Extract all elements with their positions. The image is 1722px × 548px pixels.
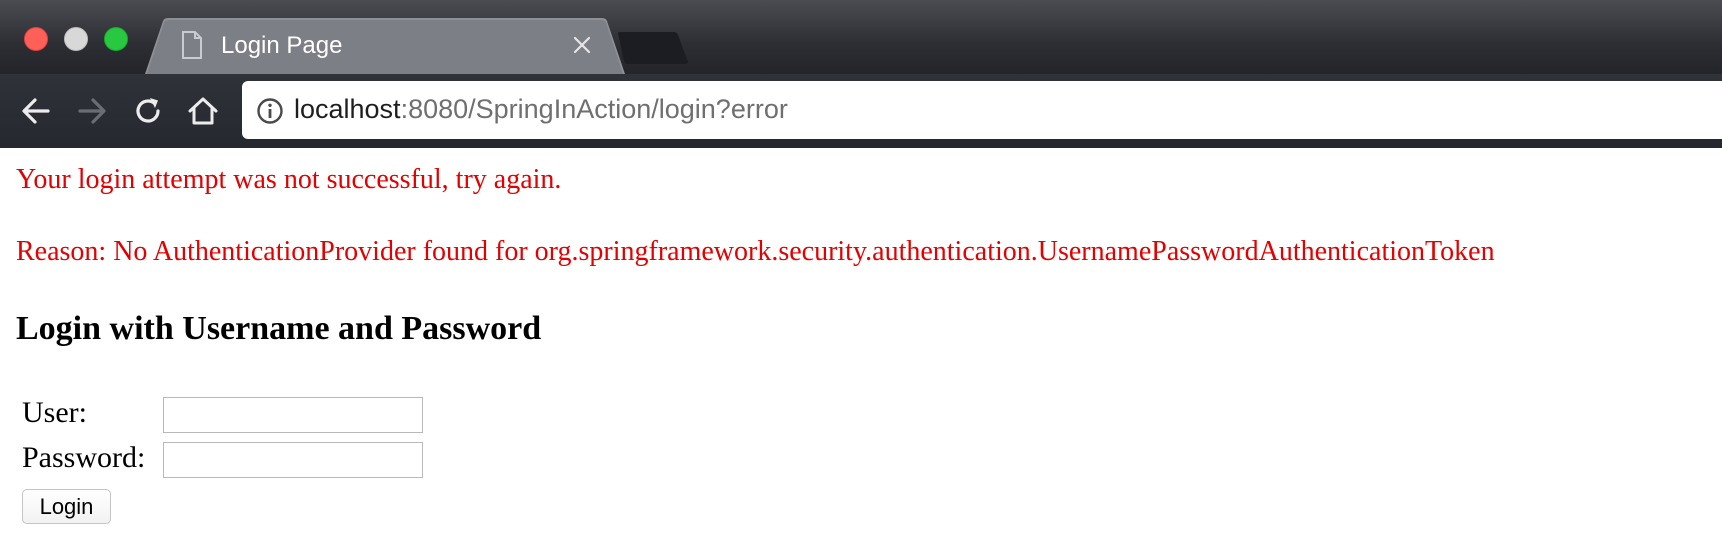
home-icon[interactable] — [184, 92, 222, 130]
window-maximize-button[interactable] — [104, 27, 128, 51]
info-icon[interactable] — [256, 97, 284, 130]
page-content: Your login attempt was not successful, t… — [0, 148, 1722, 548]
tab-login-page[interactable]: Login Page — [145, 18, 625, 74]
reload-icon[interactable] — [129, 92, 167, 130]
close-icon[interactable] — [571, 34, 593, 56]
new-tab-button[interactable] — [618, 32, 690, 64]
login-button[interactable]: Login — [22, 489, 111, 524]
browser-toolbar: localhost:8080/SpringInAction/login?erro… — [0, 74, 1722, 148]
title-bar: Login Page — [0, 0, 1722, 74]
page-title: Login with Username and Password — [16, 310, 542, 347]
back-arrow-icon[interactable] — [17, 92, 55, 130]
url-text[interactable]: localhost:8080/SpringInAction/login?erro… — [294, 94, 788, 125]
tab-title: Login Page — [221, 32, 343, 59]
password-field[interactable] — [163, 442, 423, 478]
user-label: User: — [22, 396, 87, 429]
username-field[interactable] — [163, 397, 423, 433]
window-minimize-button[interactable] — [64, 27, 88, 51]
address-bar[interactable]: localhost:8080/SpringInAction/login?erro… — [242, 81, 1722, 139]
error-reason: Reason: No AuthenticationProvider found … — [16, 236, 1495, 267]
forward-arrow-icon[interactable] — [73, 92, 111, 130]
error-message: Your login attempt was not successful, t… — [16, 164, 562, 195]
url-path: :8080/SpringInAction/login?error — [400, 94, 788, 124]
document-icon — [181, 31, 203, 64]
window-close-button[interactable] — [24, 27, 48, 51]
url-host: localhost — [294, 94, 401, 124]
password-label: Password: — [22, 441, 146, 474]
